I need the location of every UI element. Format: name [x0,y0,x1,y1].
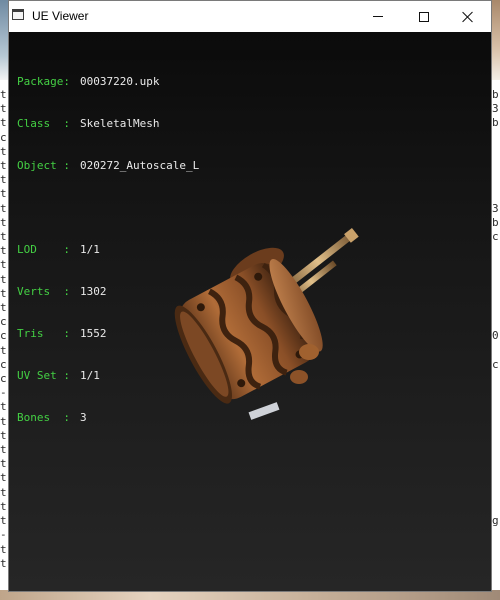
title-bar[interactable]: UE Viewer [9,1,491,32]
desktop-background-left [0,0,8,80]
info-value: SkeletalMesh [80,117,160,130]
info-value: 1552 [80,327,107,340]
info-value: 020272_Autoscale_L [80,159,200,172]
maximize-icon [419,11,429,22]
info-label: Bones : [17,411,70,424]
close-button[interactable] [445,1,491,32]
minimize-icon [373,16,383,17]
info-value: 3 [80,411,87,424]
info-label: Tris : [17,327,70,340]
info-label: UV Set : [17,369,70,382]
info-row-class: Class : SkeletalMesh [17,117,199,131]
info-label: LOD : [17,243,70,256]
background-window-text-right: b 3 b 3 b c 0 c g [492,88,499,528]
info-label: Object : [17,159,70,172]
background-window-text-left: t t t c t t t t t t t t t t t t c c t c … [0,88,7,570]
window-title: UE Viewer [32,9,89,23]
info-row-package: Package: 00037220.upk [17,75,199,89]
info-value: 1/1 [80,369,100,382]
ue-viewer-window: UE Viewer Package: 00037220.upk Class : … [8,0,492,592]
info-value: 1/1 [80,243,100,256]
info-label: Class : [17,117,70,130]
info-value: 1302 [80,285,107,298]
minimize-button[interactable] [355,1,401,32]
skeletal-mesh-render[interactable] [159,212,379,422]
info-label: Package: [17,75,70,88]
maximize-button[interactable] [401,1,447,32]
window-icon[interactable] [12,9,24,20]
mesh-body [174,259,323,404]
info-value: 00037220.upk [80,75,160,88]
render-viewport[interactable]: Package: 00037220.upk Class : SkeletalMe… [9,32,491,591]
info-label: Verts : [17,285,70,298]
info-row-object: Object : 020272_Autoscale_L [17,159,199,173]
close-icon [462,11,474,23]
